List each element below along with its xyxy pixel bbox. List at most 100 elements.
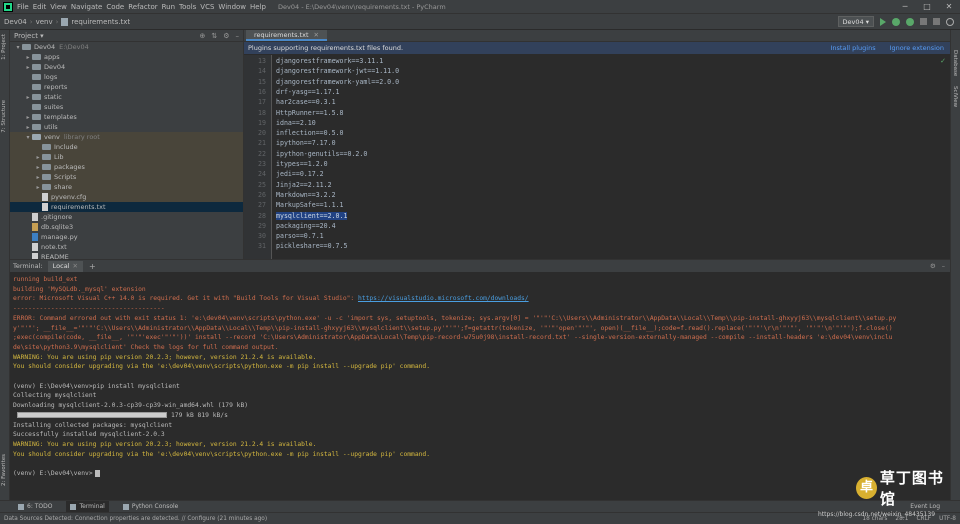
chevron-down-icon[interactable]: ▾ xyxy=(24,134,32,141)
chevron-right-icon[interactable]: ▸ xyxy=(34,174,42,181)
code-line[interactable]: 25 Jinja2==2.11.2 xyxy=(244,180,950,190)
code-line[interactable]: 31 pickleshare==0.7.5 xyxy=(244,241,950,251)
chevron-right-icon[interactable]: ▸ xyxy=(24,94,32,101)
settings-gear-icon[interactable]: ⚙ xyxy=(223,32,229,40)
run-icon[interactable] xyxy=(880,17,886,26)
chevron-right-icon[interactable]: ▸ xyxy=(34,184,42,191)
tree-item[interactable]: ▸ Scripts xyxy=(10,172,243,182)
minimize-icon[interactable]: ─ xyxy=(894,0,916,14)
menu-run[interactable]: Run xyxy=(162,3,175,11)
tree-item[interactable]: db.sqlite3 xyxy=(10,222,243,232)
debug-icon[interactable] xyxy=(892,17,900,26)
favorites-tool-tab[interactable]: 2: Favorites xyxy=(1,454,7,486)
close-icon[interactable]: ✕ xyxy=(938,0,960,14)
tree-item[interactable]: Include xyxy=(10,142,243,152)
chevron-right-icon[interactable]: ▸ xyxy=(24,54,32,61)
tree-item[interactable]: ▸ Lib xyxy=(10,152,243,162)
tree-item[interactable]: logs xyxy=(10,72,243,82)
terminal-tab-local[interactable]: Local ✕ xyxy=(47,260,83,272)
search-icon[interactable] xyxy=(946,17,954,26)
project-view-select[interactable]: Project ▾ xyxy=(14,32,44,40)
code-line[interactable]: 18 HttpRunner==1.5.8 xyxy=(244,108,950,118)
sciview-tool-tab[interactable]: SciView xyxy=(952,86,958,107)
tree-item[interactable]: suites xyxy=(10,102,243,112)
breadcrumb-venv[interactable]: venv xyxy=(36,18,53,26)
menu-vcs[interactable]: VCS xyxy=(200,3,214,11)
tree-item[interactable]: ▸ share xyxy=(10,182,243,192)
tree-item[interactable]: ▸ templates xyxy=(10,112,243,122)
ignore-extension-link[interactable]: Ignore extension xyxy=(890,44,944,52)
code-line[interactable]: 28 mysqlclient==2.0.1 xyxy=(244,211,950,221)
chevron-right-icon[interactable]: ▸ xyxy=(34,164,42,171)
code-line[interactable]: 26 Markdown==3.2.2 xyxy=(244,190,950,200)
menu-refactor[interactable]: Refactor xyxy=(128,3,157,11)
terminal-tool-tab[interactable]: Terminal xyxy=(66,501,109,512)
code-line[interactable]: 15 djangorestframework-yaml==2.0.0 xyxy=(244,77,950,87)
code-line[interactable]: 24 jedi==0.17.2 xyxy=(244,169,950,179)
project-tool-tab[interactable]: 1: Project xyxy=(1,34,7,60)
file-encoding[interactable]: UTF-8 xyxy=(939,516,956,522)
code-line[interactable]: 20 inflection==0.5.0 xyxy=(244,128,950,138)
close-tab-icon[interactable]: ✕ xyxy=(314,31,319,39)
tree-item[interactable]: .gitignore xyxy=(10,212,243,222)
collapse-all-icon[interactable]: ⇅ xyxy=(211,32,217,40)
terminal-settings-gear-icon[interactable]: ⚙ xyxy=(930,262,936,270)
code-line[interactable]: 16 drf-yasg==1.17.1 xyxy=(244,87,950,97)
breadcrumb-file[interactable]: requirements.txt xyxy=(71,18,130,26)
tree-item[interactable]: ▸ Dev04 xyxy=(10,62,243,72)
breadcrumb-project[interactable]: Dev04 xyxy=(4,18,27,26)
hide-panel-icon[interactable]: – xyxy=(236,32,240,40)
install-plugins-link[interactable]: Install plugins xyxy=(830,44,875,52)
code-line[interactable]: 13 djangorestframework==3.11.1 xyxy=(244,56,950,66)
tree-item[interactable]: ▾ Dev04 E:\Dev04 xyxy=(10,42,243,52)
tree-item[interactable]: ▸ static xyxy=(10,92,243,102)
tree-item[interactable]: ▾ venv library root xyxy=(10,132,243,142)
locate-file-icon[interactable]: ⊕ xyxy=(199,32,205,40)
code-line[interactable]: 22 ipython-genutils==0.2.0 xyxy=(244,149,950,159)
structure-tool-tab[interactable]: 7: Structure xyxy=(1,100,7,133)
code-line[interactable]: 21 ipython==7.17.0 xyxy=(244,138,950,148)
menu-window[interactable]: Window xyxy=(218,3,246,11)
menu-file[interactable]: File xyxy=(17,3,29,11)
maximize-icon[interactable]: □ xyxy=(916,0,938,14)
editor-tab-requirements[interactable]: requirements.txt ✕ xyxy=(246,30,327,41)
tree-item[interactable]: ▸ packages xyxy=(10,162,243,172)
code-line[interactable]: 29 packaging==20.4 xyxy=(244,221,950,231)
code-line[interactable]: 27 MarkupSafe==1.1.1 xyxy=(244,200,950,210)
tree-item[interactable]: ▸ apps xyxy=(10,52,243,62)
tree-item[interactable]: ▸ utils xyxy=(10,122,243,132)
terminal-link[interactable]: https://visualstudio.microsoft.com/downl… xyxy=(358,295,529,302)
chevron-down-icon[interactable]: ▾ xyxy=(14,44,22,51)
todo-tool-tab[interactable]: 6: TODO xyxy=(14,501,56,512)
tree-item[interactable]: README xyxy=(10,252,243,259)
menu-view[interactable]: View xyxy=(50,3,67,11)
chevron-right-icon[interactable]: ▸ xyxy=(24,64,32,71)
code-line[interactable]: 30 parso==0.7.1 xyxy=(244,231,950,241)
code-line[interactable]: 17 har2case==0.3.1 xyxy=(244,97,950,107)
menu-tools[interactable]: Tools xyxy=(179,3,196,11)
code-line[interactable]: 23 itypes==1.2.0 xyxy=(244,159,950,169)
status-message[interactable]: Data Sources Detected: Connection proper… xyxy=(4,516,267,522)
menu-code[interactable]: Code xyxy=(106,3,124,11)
chevron-right-icon[interactable]: ▸ xyxy=(34,154,42,161)
new-terminal-icon[interactable]: + xyxy=(89,262,96,271)
coverage-icon[interactable] xyxy=(906,17,914,26)
menu-help[interactable]: Help xyxy=(250,3,266,11)
chevron-right-icon[interactable]: ▸ xyxy=(24,124,32,131)
code-line[interactable]: 19 idna==2.10 xyxy=(244,118,950,128)
menu-navigate[interactable]: Navigate xyxy=(71,3,102,11)
database-tool-tab[interactable]: Database xyxy=(952,50,958,76)
tree-item[interactable]: requirements.txt xyxy=(10,202,243,212)
tree-item[interactable]: manage.py xyxy=(10,232,243,242)
tree-item[interactable]: reports xyxy=(10,82,243,92)
vcs-icon[interactable] xyxy=(933,18,940,25)
menu-edit[interactable]: Edit xyxy=(33,3,47,11)
tree-item[interactable]: note.txt xyxy=(10,242,243,252)
hide-terminal-icon[interactable]: – xyxy=(942,262,945,270)
close-terminal-tab-icon[interactable]: ✕ xyxy=(73,262,78,270)
stop-icon[interactable] xyxy=(920,18,927,25)
run-configuration-select[interactable]: Dev04 ▾ xyxy=(837,16,874,27)
chevron-right-icon[interactable]: ▸ xyxy=(24,114,32,121)
code-line[interactable]: 14 djangorestframework-jwt==1.11.0 xyxy=(244,66,950,76)
python-console-tool-tab[interactable]: Python Console xyxy=(119,501,183,512)
